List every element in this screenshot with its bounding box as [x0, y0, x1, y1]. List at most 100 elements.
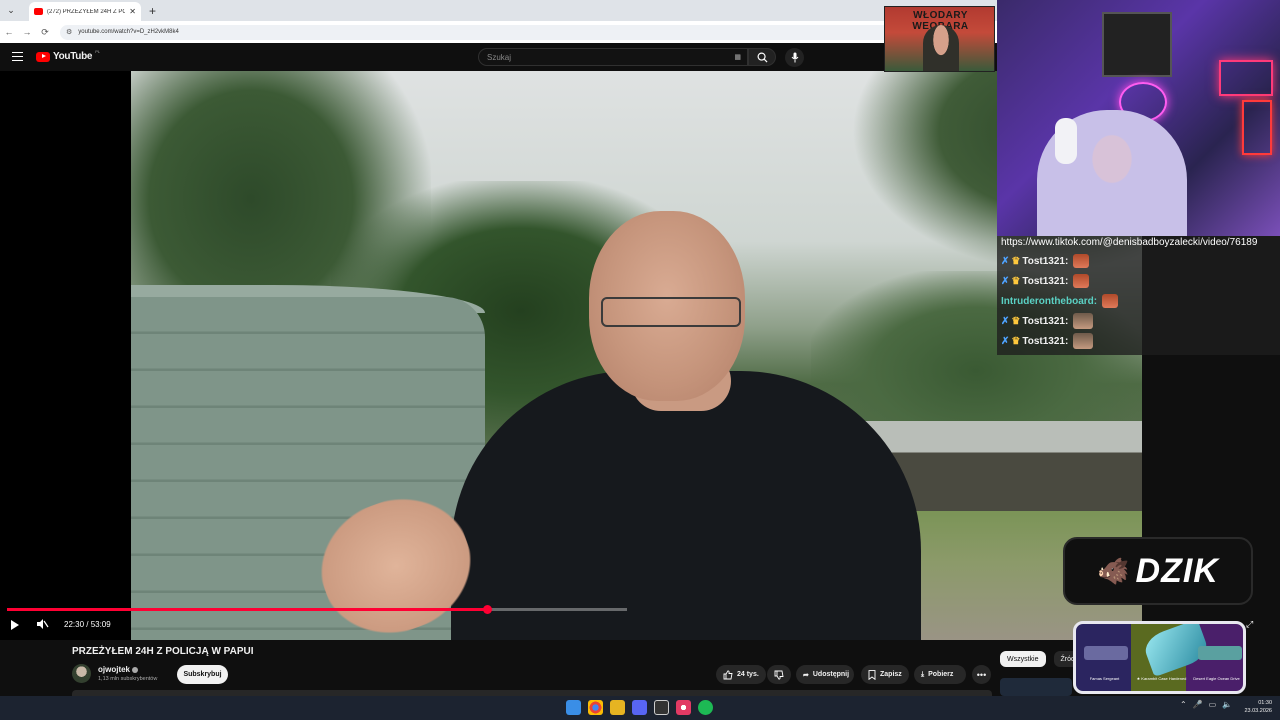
- fullscreen-icon[interactable]: ⤢: [1246, 619, 1256, 629]
- channel-avatar[interactable]: [72, 664, 91, 683]
- emote-icon: [1073, 313, 1094, 329]
- download-label: Pobierz: [928, 671, 954, 678]
- webcam-wall-poster: [1102, 12, 1172, 77]
- search-button[interactable]: [748, 48, 776, 66]
- share-button[interactable]: ➦ Udostępnij: [796, 665, 854, 684]
- skin-label: ★ Karambit Case Hardened: [1136, 676, 1187, 681]
- download-icon: ⤓: [921, 670, 925, 678]
- browser-alt-icon[interactable]: [676, 700, 691, 715]
- chat-username: Tost1321:: [1022, 315, 1069, 327]
- chat-overlay: https://www.tiktok.com/@denisbadboyzalec…: [997, 236, 1280, 355]
- spotify-icon[interactable]: [698, 700, 713, 715]
- taskbar-clock[interactable]: 01:30 23.03.2026: [1240, 699, 1272, 715]
- back-icon[interactable]: ←: [0, 27, 18, 37]
- microphone-icon: [791, 52, 798, 63]
- headphones-icon: [1055, 118, 1077, 164]
- chat-username: Intruderontheboard:: [1001, 295, 1098, 307]
- app-icon[interactable]: [654, 700, 669, 715]
- search-input[interactable]: Szukaj ▦: [478, 48, 748, 66]
- video-player[interactable]: [0, 71, 1142, 640]
- youtube-header: YouTube PL Szukaj ▦: [0, 43, 1000, 71]
- new-tab-icon[interactable]: +: [149, 4, 156, 18]
- play-icon[interactable]: [11, 620, 19, 630]
- emote-icon: [1102, 294, 1119, 308]
- chrome-icon[interactable]: [588, 700, 603, 715]
- emote-icon: [1073, 333, 1094, 349]
- webcam-neon-house: [1219, 60, 1273, 96]
- progress-scrubber-handle[interactable]: [483, 605, 492, 614]
- chevron-up-icon[interactable]: ⌃: [1180, 700, 1187, 709]
- crown-badge-icon: ♛: [1011, 255, 1021, 267]
- sword-badge-icon: ✗: [1001, 315, 1010, 327]
- video-person-shirt: [451, 371, 921, 640]
- webcam-neon-light: [1242, 100, 1272, 155]
- save-button[interactable]: Zapisz: [861, 665, 909, 684]
- network-icon[interactable]: ▭: [1209, 700, 1217, 709]
- banner-figure: [923, 25, 959, 71]
- search-placeholder: Szukaj: [487, 52, 512, 62]
- tab-close-icon[interactable]: ✕: [129, 7, 136, 16]
- share-label: Udostępnij: [812, 671, 850, 678]
- file-explorer-icon[interactable]: [610, 700, 625, 715]
- skin-label: Desert Eagle Ocean Drive: [1193, 676, 1240, 681]
- search-icon: [757, 52, 768, 63]
- reload-icon[interactable]: ⟳: [36, 27, 54, 38]
- dislike-button[interactable]: [767, 665, 791, 684]
- save-label: Zapisz: [880, 671, 902, 678]
- taskbar: ⌃ 🎤 ▭ 🔈: [0, 696, 1280, 720]
- progress-played: [7, 608, 487, 611]
- speaker-icon[interactable]: 🔈: [1222, 700, 1232, 709]
- recommended-thumbnail[interactable]: [1000, 678, 1072, 696]
- more-actions-button[interactable]: •••: [972, 665, 991, 684]
- bookmark-icon: [868, 669, 876, 680]
- sword-badge-icon: ✗: [1001, 335, 1010, 347]
- windows-start-icon[interactable]: [566, 700, 581, 715]
- download-button[interactable]: ⤓ Pobierz: [914, 665, 966, 684]
- sword-badge-icon: ✗: [1001, 255, 1010, 267]
- chat-message: Intruderontheboard:: [1001, 291, 1276, 311]
- video-title: PRZEŻYŁEM 24H Z POLICJĄ W PAPUI: [72, 646, 254, 657]
- keyboard-icon[interactable]: ▦: [734, 53, 741, 61]
- dzik-logo: 🐗 DZIK: [1063, 537, 1253, 605]
- volume-muted-icon[interactable]: [35, 617, 49, 631]
- filter-chips: Wszystkie Źródł: [1000, 651, 1084, 667]
- discord-icon[interactable]: [632, 700, 647, 715]
- pistol-icon: [1198, 646, 1242, 660]
- boar-icon: 🐗: [1097, 555, 1130, 586]
- sword-badge-icon: ✗: [1001, 275, 1010, 287]
- microphone-tray-icon[interactable]: 🎤: [1193, 700, 1203, 709]
- chat-message: ✗ ♛ Tost1321:: [1001, 311, 1276, 331]
- screen: ⌄ (272) PRZEŻYŁEM 24H Z POLIC ✕ + ← → ⟳ …: [0, 0, 1280, 720]
- logo-region: PL: [95, 49, 101, 54]
- video-frame: [131, 71, 1142, 640]
- clock-time: 01:30: [1258, 700, 1272, 706]
- url-field[interactable]: ⚙ youtube.com/watch?v=D_zH2vkM8k4: [60, 24, 910, 40]
- subscribe-button[interactable]: Subskrybuj: [177, 665, 228, 684]
- forward-icon[interactable]: →: [18, 27, 36, 37]
- crown-badge-icon: ♛: [1011, 275, 1021, 287]
- youtube-logo[interactable]: YouTube PL: [36, 49, 101, 62]
- share-icon: ➦: [803, 671, 809, 679]
- channel-name[interactable]: ojwojtek: [98, 665, 139, 674]
- site-info-icon[interactable]: ⚙: [66, 28, 72, 36]
- menu-icon[interactable]: [12, 52, 23, 61]
- voice-search-button[interactable]: [785, 48, 804, 67]
- emote-icon: [1073, 274, 1090, 288]
- channel-name-text: ojwojtek: [98, 665, 131, 674]
- system-tray: ⌃ 🎤 ▭ 🔈: [1180, 700, 1232, 709]
- chat-username: Tost1321:: [1022, 255, 1069, 267]
- tab-search-icon[interactable]: ⌄: [3, 3, 19, 19]
- thumbs-up-icon: [723, 669, 733, 679]
- skins-overlay: Famas Sergeant ★ Karambit Case Hardened …: [1073, 621, 1246, 694]
- crown-badge-icon: ♛: [1011, 315, 1021, 327]
- logo-text: YouTube: [53, 51, 93, 62]
- dzik-text: DZIK: [1135, 551, 1219, 590]
- taskbar-apps: [566, 700, 713, 715]
- chat-url-message: https://www.tiktok.com/@denisbadboyzalec…: [1001, 237, 1258, 248]
- like-button[interactable]: 24 tys.: [716, 665, 766, 684]
- time-display: 22:30 / 53:09: [64, 620, 111, 629]
- chat-username: Tost1321:: [1022, 275, 1069, 287]
- browser-tab[interactable]: (272) PRZEŻYŁEM 24H Z POLIC ✕: [29, 2, 141, 21]
- chip-all[interactable]: Wszystkie: [1000, 651, 1046, 667]
- chat-message: ✗ ♛ Tost1321:: [1001, 251, 1276, 271]
